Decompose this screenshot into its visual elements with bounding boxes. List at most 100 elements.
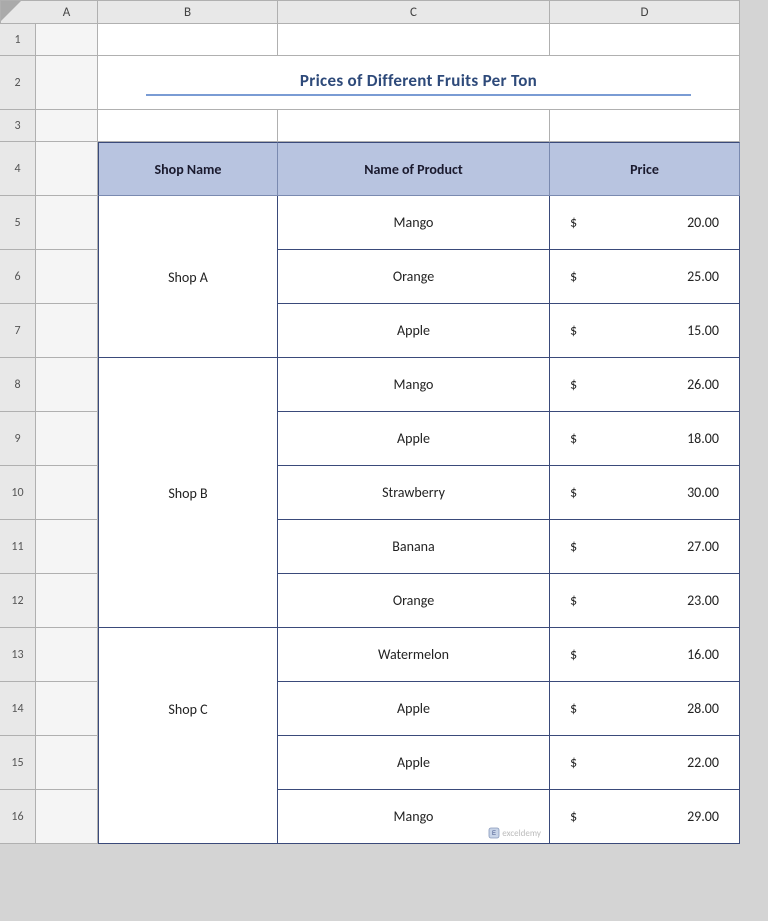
- header-price: Price: [550, 142, 740, 196]
- cell-d1: [550, 24, 740, 56]
- cell-product-11: Banana: [278, 520, 550, 574]
- currency-symbol-16: $: [570, 808, 577, 825]
- currency-symbol-15: $: [570, 754, 577, 771]
- price-value-14: 28.00: [687, 700, 719, 717]
- price-value-12: 23.00: [687, 592, 719, 609]
- cell-price-7: $ 15.00: [550, 304, 740, 358]
- corner-cell: [0, 0, 36, 24]
- column-headers: A B C D: [0, 0, 768, 24]
- currency-symbol-8: $: [570, 376, 577, 393]
- price-value-11: 27.00: [687, 538, 719, 555]
- cell-price-12: $ 23.00: [550, 574, 740, 628]
- price-value-16: 29.00: [687, 808, 719, 825]
- cell-a9: [36, 412, 98, 466]
- rownum-4: 4: [0, 142, 36, 196]
- row-15: 15 Apple $ 22.00: [0, 736, 768, 790]
- cell-product-12: Orange: [278, 574, 550, 628]
- price-value-8: 26.00: [687, 376, 719, 393]
- cell-shop-c: Shop C: [98, 682, 278, 736]
- cell-price-5: $ 20.00: [550, 196, 740, 250]
- row-13: 13 Watermelon $ 16.00: [0, 628, 768, 682]
- rownum-13: 13: [0, 628, 36, 682]
- cell-price-8: $ 26.00: [550, 358, 740, 412]
- watermark: E exceldemy: [488, 827, 541, 839]
- cell-a11: [36, 520, 98, 574]
- rownum-3: 3: [0, 110, 36, 142]
- cell-a8: [36, 358, 98, 412]
- row-8: 8 Mango $ 26.00: [0, 358, 768, 412]
- row-7: 7 Apple $ 15.00: [0, 304, 768, 358]
- row-3: 3: [0, 110, 768, 142]
- cell-a4: [36, 142, 98, 196]
- cell-shop-c-row13: [98, 628, 278, 682]
- cell-a12: [36, 574, 98, 628]
- cell-b1: [98, 24, 278, 56]
- rownum-2: 2: [0, 56, 36, 110]
- cell-a5: [36, 196, 98, 250]
- cell-product-6: Orange: [278, 250, 550, 304]
- col-header-c: C: [278, 0, 550, 24]
- cell-c3: [278, 110, 550, 142]
- cell-a13: [36, 628, 98, 682]
- cell-shop-a-row5: [98, 196, 278, 250]
- cell-shop-b: Shop B: [98, 466, 278, 520]
- cell-a1: [36, 24, 98, 56]
- cell-product-10: Strawberry: [278, 466, 550, 520]
- rownum-11: 11: [0, 520, 36, 574]
- price-value-10: 30.00: [687, 484, 719, 501]
- currency-symbol-9: $: [570, 430, 577, 447]
- price-value-15: 22.00: [687, 754, 719, 771]
- cell-price-16: $ 29.00: [550, 790, 740, 844]
- row-9: 9 Apple $ 18.00: [0, 412, 768, 466]
- cell-price-6: $ 25.00: [550, 250, 740, 304]
- cell-b3: [98, 110, 278, 142]
- cell-a16: [36, 790, 98, 844]
- row-1: 1: [0, 24, 768, 56]
- cell-d3: [550, 110, 740, 142]
- row-16: 16 Mango E exceldemy $ 29.00: [0, 790, 768, 844]
- col-header-d: D: [550, 0, 740, 24]
- rownum-16: 16: [0, 790, 36, 844]
- cell-shop-a-row7: [98, 304, 278, 358]
- cell-a7: [36, 304, 98, 358]
- row-4: 4 Shop Name Name of Product Price: [0, 142, 768, 196]
- price-value-7: 15.00: [687, 322, 719, 339]
- cell-a3: [36, 110, 98, 142]
- cell-product-14: Apple: [278, 682, 550, 736]
- currency-symbol-13: $: [570, 646, 577, 663]
- col-header-b: B: [98, 0, 278, 24]
- title-cell: Prices of Different Fruits Per Ton: [98, 56, 740, 110]
- cell-a6: [36, 250, 98, 304]
- row-10: 10 Shop B Strawberry $ 30.00: [0, 466, 768, 520]
- rownum-10: 10: [0, 466, 36, 520]
- page-title: Prices of Different Fruits Per Ton: [300, 70, 537, 91]
- rownum-8: 8: [0, 358, 36, 412]
- price-value-9: 18.00: [687, 430, 719, 447]
- row-2: 2 Prices of Different Fruits Per Ton: [0, 56, 768, 110]
- cell-price-10: $ 30.00: [550, 466, 740, 520]
- rownum-5: 5: [0, 196, 36, 250]
- svg-text:E: E: [492, 831, 496, 837]
- currency-symbol-12: $: [570, 592, 577, 609]
- price-value-6: 25.00: [687, 268, 719, 285]
- rownum-12: 12: [0, 574, 36, 628]
- spreadsheet: A B C D 1 2 Prices of Different Fruits P…: [0, 0, 768, 921]
- currency-symbol-14: $: [570, 700, 577, 717]
- cell-product-15: Apple: [278, 736, 550, 790]
- rownum-14: 14: [0, 682, 36, 736]
- cell-shop-b-row9: [98, 412, 278, 466]
- cell-shop-b-row11: [98, 520, 278, 574]
- currency-symbol-6: $: [570, 268, 577, 285]
- cell-c1: [278, 24, 550, 56]
- cell-shop-b-row12: [98, 574, 278, 628]
- rownum-6: 6: [0, 250, 36, 304]
- currency-symbol-10: $: [570, 484, 577, 501]
- row-5: 5 Mango $ 20.00: [0, 196, 768, 250]
- cell-a2: [36, 56, 98, 110]
- row-11: 11 Banana $ 27.00: [0, 520, 768, 574]
- header-shop-name: Shop Name: [98, 142, 278, 196]
- header-product-name: Name of Product: [278, 142, 550, 196]
- col-header-a: A: [36, 0, 98, 24]
- rownum-7: 7: [0, 304, 36, 358]
- cell-price-11: $ 27.00: [550, 520, 740, 574]
